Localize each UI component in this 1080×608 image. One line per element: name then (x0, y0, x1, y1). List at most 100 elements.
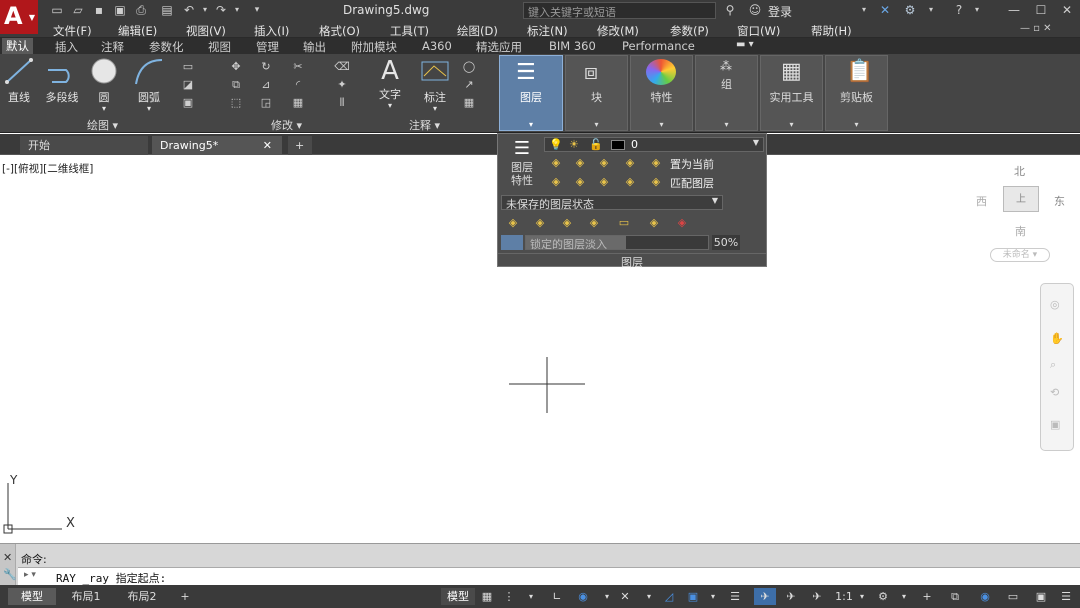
layer-dropdown-arrow-icon[interactable]: ▼ (753, 138, 759, 147)
menu-modify[interactable]: 修改(M) (597, 23, 639, 39)
open-file-icon[interactable]: ▱ (71, 3, 85, 17)
utilities-panel-dropdown-icon[interactable]: ▾ (761, 120, 822, 129)
viewcube-south[interactable]: 南 (1015, 223, 1026, 239)
viewcube-top-face[interactable]: 上 (1003, 186, 1039, 212)
menu-insert[interactable]: 插入(I) (254, 23, 289, 39)
exchange-icon[interactable]: ✕ (878, 3, 892, 17)
layer-color-swatch[interactable] (611, 140, 625, 150)
login-link[interactable]: 登录 (768, 3, 792, 20)
layer-isolate-icon[interactable]: ◈ (572, 156, 588, 170)
doc-window-controls[interactable]: — ▫ ✕ (1020, 23, 1052, 34)
set-current-icon[interactable]: ◈ (648, 156, 664, 170)
menu-help[interactable]: 帮助(H) (811, 23, 852, 39)
binoculars-icon[interactable]: ⚲ (723, 3, 737, 17)
tab-performance[interactable]: Performance (622, 39, 695, 53)
grid-icon[interactable]: ▦ (478, 588, 496, 605)
annotation-panel-label[interactable]: 注释 ▾ (409, 117, 440, 133)
tab-insert[interactable]: 插入 (55, 39, 78, 55)
customize-status-icon[interactable]: ☰ (1056, 588, 1076, 605)
layer-state-dropdown-arrow-icon[interactable]: ▼ (712, 196, 718, 205)
object-snap-tracking-icon[interactable]: ◿ (660, 588, 678, 605)
dimension-dropdown-icon[interactable]: ▾ (418, 105, 452, 113)
layer-lock-icon[interactable]: ◈ (622, 156, 638, 170)
help-icon[interactable]: ? (952, 3, 966, 17)
leader-icon[interactable]: ↗ (461, 78, 477, 92)
search-input[interactable]: 键入关键字或短语 (528, 4, 616, 20)
rectangle-icon[interactable]: ▭ (180, 60, 196, 74)
layer-vpfreeze-icon[interactable]: ◈ (674, 216, 690, 230)
properties-panel-button[interactable]: 特性 ▾ (630, 55, 693, 131)
set-current-button[interactable]: 置为当前 (670, 156, 714, 172)
ellipse-icon[interactable]: ◯ (461, 60, 477, 74)
tab-layout1[interactable]: 布局1 (60, 588, 112, 605)
match-layer-button[interactable]: 匹配图层 (670, 175, 714, 191)
layer-unlock-all-icon[interactable]: ◈ (622, 175, 638, 189)
mirror-icon[interactable]: ⊿ (258, 78, 274, 92)
customize-qat-icon[interactable]: ▾ (250, 3, 264, 17)
layer-panel-dropdown-icon[interactable]: ▾ (500, 120, 562, 129)
annotation-scale-dropdown-icon[interactable]: ▾ (856, 588, 868, 605)
block-panel-dropdown-icon[interactable]: ▾ (566, 120, 627, 129)
layer-state-dropdown[interactable]: 未保存的图层状态 ▼ (501, 195, 723, 211)
a360-icon[interactable]: ⚙ (903, 3, 917, 17)
viewcube-east[interactable]: 东 (1054, 193, 1065, 209)
layer-change-icon[interactable]: ◈ (646, 216, 662, 230)
dimension-tool[interactable]: 标注 ▾ (418, 56, 452, 113)
login-dropdown-icon[interactable]: ▾ (857, 3, 871, 17)
layer-unlock-icon[interactable]: 🔓 (589, 138, 603, 151)
layer-walk-icon[interactable]: ◈ (532, 216, 548, 230)
add-layout-button[interactable]: + (174, 588, 196, 605)
redo-icon[interactable]: ↷ (214, 3, 228, 17)
tab-a360[interactable]: A360 (422, 39, 452, 53)
ribbon-minimize-icon[interactable]: ▬ ▾ (736, 39, 754, 50)
pan-icon[interactable]: ✋ (1050, 332, 1064, 345)
command-grip[interactable]: ✕ 🔧 (0, 544, 17, 586)
customize-command-icon[interactable]: 🔧 (3, 568, 17, 581)
array-icon[interactable]: ▦ (290, 96, 306, 110)
menu-format[interactable]: 格式(O) (319, 23, 360, 39)
tab-bim360[interactable]: BIM 360 (549, 39, 596, 53)
print-icon[interactable]: ⎙ (134, 3, 148, 17)
save-as-icon[interactable]: ▣ (113, 3, 127, 17)
draw-panel-label[interactable]: 绘图 ▾ (87, 117, 118, 133)
new-file-icon[interactable]: ▭ (50, 3, 64, 17)
layer-prev-icon[interactable]: ◈ (505, 216, 521, 230)
table-icon[interactable]: ▦ (461, 96, 477, 110)
clipboard-panel-dropdown-icon[interactable]: ▾ (826, 120, 887, 129)
polar-dropdown-icon[interactable]: ▾ (598, 588, 616, 605)
tab-output[interactable]: 输出 (303, 39, 326, 55)
lock-fade-percent[interactable]: 50% (712, 235, 740, 250)
layer-panel-button[interactable]: ☰ 图层 ▾ (499, 55, 563, 131)
lineweight-icon[interactable]: ☰ (726, 588, 744, 605)
tab-featured-apps[interactable]: 精选应用 (476, 39, 522, 55)
maximize-icon[interactable]: ☐ (1034, 3, 1048, 17)
isodraft-dropdown-icon[interactable]: ▾ (640, 588, 658, 605)
boundary-icon[interactable]: ▣ (180, 96, 196, 110)
group-panel-button[interactable]: ⁂ 组 ▾ (695, 55, 758, 131)
orbit-icon[interactable]: ⟲ (1050, 386, 1059, 399)
clipboard-panel-button[interactable]: 📋 剪贴板 ▾ (825, 55, 888, 131)
annotation-autoscale-icon[interactable]: ✈ (780, 588, 802, 605)
annotation-scale-value[interactable]: 1:1 (832, 588, 856, 605)
arc-dropdown-icon[interactable]: ▾ (132, 105, 166, 113)
tab-start[interactable]: 开始 (20, 136, 148, 155)
polyline-tool[interactable]: 多段线 (40, 56, 84, 105)
rotate-icon[interactable]: ↻ (258, 60, 274, 74)
minimize-icon[interactable]: — (1007, 3, 1021, 17)
layer-thaw-icon[interactable]: ☀ (569, 138, 579, 151)
circle-tool[interactable]: 圆 ▾ (88, 56, 120, 113)
layer-off-icon[interactable]: ◈ (548, 156, 564, 170)
a360-dropdown-icon[interactable]: ▾ (924, 3, 938, 17)
layer-freeze-icon[interactable]: ◈ (596, 156, 612, 170)
layer-dropdown[interactable]: 💡 ☀ 🔓 0 ▼ (544, 137, 764, 152)
trim-icon[interactable]: ✂ (290, 60, 306, 74)
menu-tools[interactable]: 工具(T) (390, 23, 429, 39)
redo-dropdown-icon[interactable]: ▾ (230, 3, 244, 17)
ortho-icon[interactable]: ∟ (548, 588, 566, 605)
text-dropdown-icon[interactable]: ▾ (374, 102, 406, 110)
arc-tool[interactable]: 圆弧 ▾ (132, 56, 166, 113)
close-tab-icon[interactable]: ✕ (263, 136, 272, 155)
annotation-visibility-icon[interactable]: ✈ (754, 588, 776, 605)
offset-icon[interactable]: ⫴ (334, 96, 350, 110)
tab-view[interactable]: 视图 (208, 39, 231, 55)
